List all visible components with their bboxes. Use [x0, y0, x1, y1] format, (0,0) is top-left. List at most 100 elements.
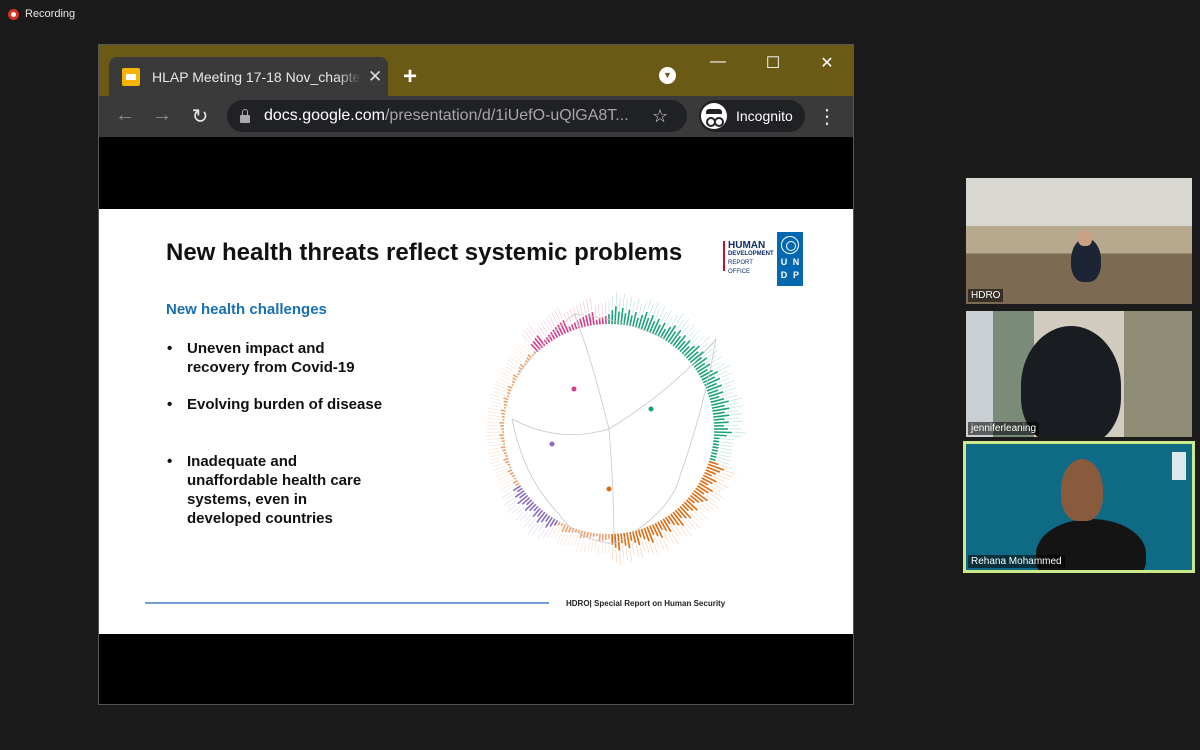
minimize-button[interactable]: —: [703, 53, 733, 75]
dendrogram-bar: [687, 351, 699, 361]
dendrogram-bar: [711, 452, 718, 455]
dendrogram-bar: [505, 454, 508, 457]
dendrogram-bar: [640, 528, 646, 540]
forward-arrow-icon[interactable]: →: [150, 104, 174, 127]
dendrogram-leaf-label: [524, 512, 533, 522]
bullet-marker: •: [167, 453, 173, 470]
dendrogram-bar: [634, 317, 640, 328]
dendrogram-leaf-label: [721, 441, 734, 444]
dendrogram-leaf-label: [709, 501, 720, 510]
dendrogram-leaf-label: [494, 387, 506, 393]
dendrogram-leaf-label: [691, 330, 700, 340]
dendrogram-leaf-label: [488, 450, 501, 454]
close-window-button[interactable]: ✕: [812, 53, 842, 75]
dendrogram-leaf-label: [726, 417, 739, 420]
dendrogram-leaf-label: [503, 498, 514, 506]
dendrogram-bar: [503, 452, 507, 455]
dendrogram-bar: [683, 501, 694, 512]
dendrogram-leaf-label: [731, 413, 744, 416]
dendrogram-leaf-label: [494, 465, 506, 471]
dendrogram-leaf-label: [698, 511, 708, 520]
dendrogram-leaf-label: [506, 504, 517, 513]
active-speaker-video-tile[interactable]: Rehana Mohammed: [963, 441, 1195, 573]
address-bar[interactable]: docs.google.com/presentation/d/1iUefO-uQ…: [227, 100, 687, 132]
dendrogram-leaf-label: [619, 552, 621, 565]
dendrogram-leaf-label: [717, 460, 729, 465]
dendrogram-leaf-label: [629, 550, 633, 563]
dendrogram-bar: [515, 482, 520, 486]
dendrogram-leaf-label: [642, 301, 647, 313]
hdro-logo-line2: DEVELOPMENT: [728, 251, 774, 257]
dendrogram-leaf-label: [654, 536, 660, 548]
plus-icon[interactable]: +: [403, 63, 417, 91]
dendrogram-bar: [577, 529, 581, 533]
participant-video-tile[interactable]: jenniferleaning: [966, 311, 1192, 437]
dendrogram-bar: [506, 395, 510, 398]
dendrogram-bar: [507, 463, 511, 467]
dendrogram-leaf-label: [719, 451, 732, 455]
dendrogram-bar: [713, 431, 732, 434]
bullet-marker: •: [167, 340, 173, 357]
dendrogram-leaf-label: [601, 303, 603, 316]
dendrogram-leaf-label: [641, 539, 645, 551]
dendrogram-leaf-label: [528, 523, 536, 534]
dendrogram-bar: [677, 507, 687, 519]
reload-icon[interactable]: ↻: [188, 104, 212, 129]
browser-tab[interactable]: HLAP Meeting 17-18 Nov_chapter ✕: [109, 57, 388, 97]
dendrogram-leaf-label: [563, 534, 569, 546]
kebab-menu-icon[interactable]: ⋮: [817, 104, 837, 129]
url-text[interactable]: docs.google.com/presentation/d/1iUefO-uQ…: [264, 107, 644, 125]
star-icon[interactable]: ☆: [652, 106, 668, 127]
dendrogram-bar: [512, 374, 518, 379]
dendrogram-bar: [511, 380, 516, 384]
un-emblem-icon: [781, 236, 799, 254]
dendrogram-bar: [713, 440, 720, 443]
dendrogram-leaf-label: [718, 377, 730, 383]
close-icon[interactable]: ✕: [368, 67, 382, 87]
dendrogram-bar: [582, 531, 586, 539]
incognito-profile-button[interactable]: Incognito: [699, 100, 805, 132]
dendrogram-leaf-label: [730, 397, 743, 401]
dendrogram-leaf-label: [700, 336, 711, 345]
dendrogram-bar: [654, 522, 664, 538]
dendrogram-leaf-label: [704, 502, 715, 511]
circular-dendrogram-figure: [485, 292, 746, 565]
dendrogram-bar: [708, 460, 719, 466]
dendrogram-bar: [595, 319, 598, 325]
dendrogram-bar: [507, 391, 511, 395]
dendrogram-leaf-label: [721, 472, 734, 478]
shared-browser-window: HLAP Meeting 17-18 Nov_chapter ✕ + ▼ — ☐…: [98, 44, 854, 705]
dendrogram-leaf-label: [487, 441, 500, 444]
participant-video-tile[interactable]: HDRO: [966, 178, 1192, 304]
lock-icon[interactable]: [240, 109, 250, 123]
dendrogram-leaf-label: [636, 298, 640, 311]
recording-label: Recording: [25, 8, 76, 20]
dendrogram-bar: [702, 474, 718, 483]
dendrogram-leaf-label: [523, 518, 532, 528]
url-host: docs.google.com: [264, 107, 385, 124]
recording-indicator: Recording: [8, 8, 75, 20]
dendrogram-bar: [507, 385, 513, 389]
dendrogram-bar: [592, 532, 595, 538]
dendrogram-leaf-label: [694, 511, 704, 521]
dendrogram-leaf-label: [590, 298, 593, 311]
dendrogram-bar: [503, 403, 507, 406]
dendrogram-bar: [620, 307, 624, 325]
dendrogram-leaf-label: [632, 301, 636, 314]
dendrogram-leaf-label: [567, 534, 572, 546]
hdro-logo: HUMAN DEVELOPMENT REPORT OFFICE: [723, 241, 776, 275]
dendrogram-leaf-label: [505, 366, 516, 373]
dendrogram-bar: [582, 316, 586, 327]
dendrogram-leaf-label: [689, 512, 699, 521]
dendrogram-bar: [667, 331, 677, 343]
presentation-slide: New health threats reflect systemic prob…: [99, 209, 853, 634]
dendrogram-leaf-label: [587, 539, 591, 552]
back-arrow-icon[interactable]: ←: [113, 104, 137, 127]
cluster-node-magenta: [571, 386, 577, 392]
dendrogram-bar: [632, 531, 637, 544]
dendrogram-bar: [709, 457, 716, 462]
maximize-button[interactable]: ☐: [758, 53, 788, 75]
dendrogram-leaf-label: [574, 534, 579, 547]
tab-search-icon[interactable]: ▼: [659, 67, 676, 84]
dendrogram-leaf-label: [645, 541, 650, 553]
